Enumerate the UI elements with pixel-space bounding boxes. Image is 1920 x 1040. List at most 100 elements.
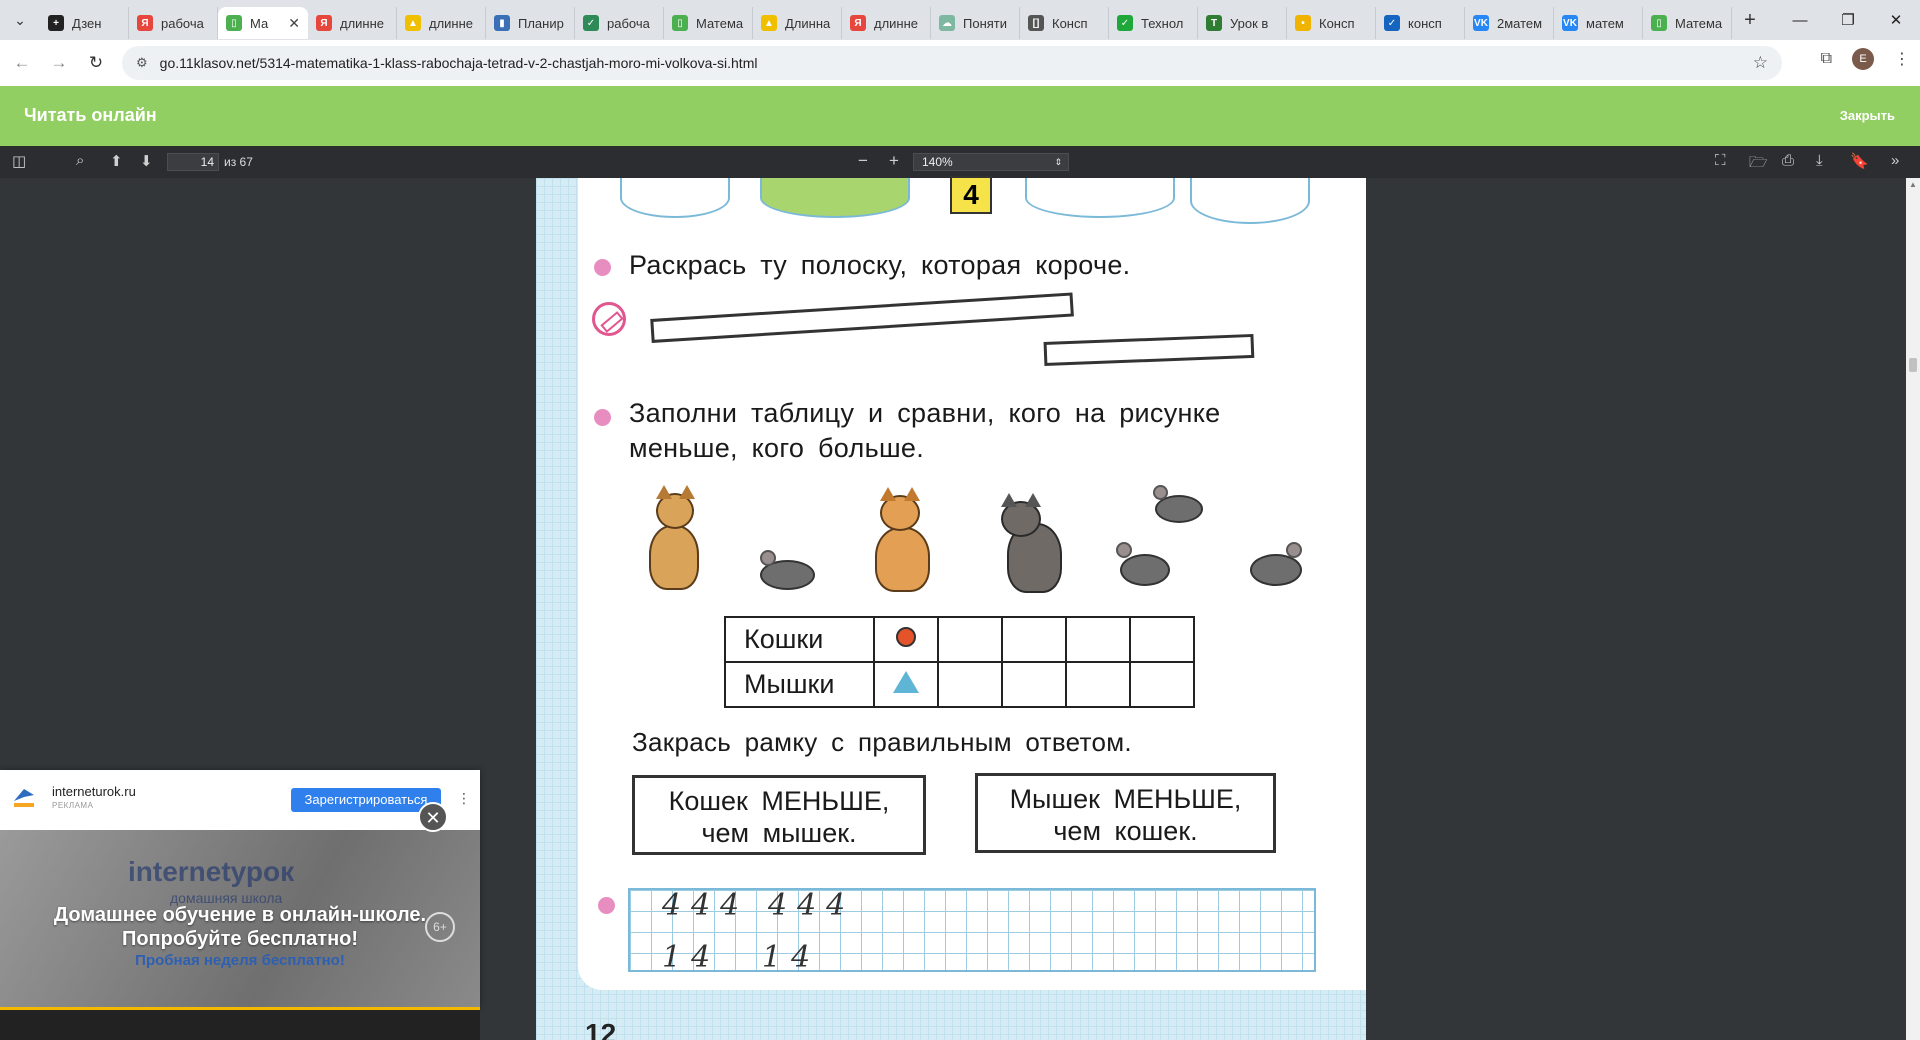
table-cell[interactable] — [937, 661, 1003, 708]
restore-icon[interactable]: ❐ — [1824, 0, 1872, 40]
close-reader-link[interactable]: Закрыть — [1840, 108, 1895, 123]
viewer-scrollbar[interactable]: ▲ — [1906, 178, 1920, 1040]
answer-box-mice-fewer[interactable]: Мышек МЕНЬШЕ, чем кошек. — [975, 773, 1276, 853]
bookmark-icon[interactable]: 🔖 — [1850, 152, 1869, 170]
tab-title: 2матем — [1497, 15, 1543, 31]
tab-favicon-icon: ▲ — [405, 15, 421, 31]
tab-favicon-icon: ✓ — [583, 15, 599, 31]
grass-illustration — [760, 178, 910, 218]
answer-box-cats-fewer[interactable]: Кошек МЕНЬШЕ, чем мышек. — [632, 775, 926, 855]
ad-domain[interactable]: interneturok.ru — [52, 784, 136, 799]
browser-tab[interactable]: ☁ Поняти — [931, 7, 1020, 39]
tab-bar: ⌄ + Дзен Ярабоча ▯ Ма ✕ Ядлинне ▲ длинне ▮ Планир ✓… — [0, 0, 1920, 40]
page-number-input[interactable]: 14 — [167, 153, 219, 171]
page-count: из 67 — [224, 155, 253, 169]
browser-tab[interactable]: + Дзен — [40, 7, 129, 39]
tab-title: длинне — [340, 15, 385, 31]
browser-tab[interactable]: Ядлинне — [308, 7, 397, 39]
animals-illustration — [630, 475, 1320, 605]
browser-tab[interactable]: ✓ консп — [1376, 7, 1465, 39]
browser-tab[interactable]: ✓ Технол — [1109, 7, 1198, 39]
zoom-select[interactable]: 140% ⇕ — [913, 153, 1069, 171]
tab-search-chevron-icon[interactable]: ⌄ — [0, 0, 40, 40]
mouse-illustration — [750, 550, 835, 595]
browser-tab[interactable]: • Консп — [1287, 7, 1376, 39]
handwriting-sample: 444 — [768, 888, 856, 923]
close-tab-icon[interactable]: ✕ — [288, 15, 300, 32]
prev-page-icon[interactable]: ⬆ — [110, 152, 123, 170]
task1-text: Раскрась ту полоску, которая короче. — [629, 250, 1131, 280]
table-cell[interactable] — [1129, 616, 1195, 663]
tab-favicon-icon: ▲ — [761, 15, 777, 31]
site-info-icon[interactable]: ⚙ — [136, 55, 148, 71]
tab-title: Дзен — [72, 15, 102, 31]
search-icon[interactable]: ⌕ — [76, 152, 84, 169]
browser-tab[interactable]: VK 2матем — [1465, 7, 1554, 39]
cat-illustration — [860, 485, 950, 600]
ad-subheadline: Пробная неделя бесплатно! — [135, 952, 345, 969]
extensions-icon[interactable]: ⧉ — [1821, 50, 1832, 68]
handwriting-sample: 14 — [662, 940, 721, 975]
more-tools-icon[interactable]: » — [1891, 152, 1899, 169]
tab-favicon-icon: VK — [1473, 15, 1489, 31]
tab-title: Консп — [1319, 15, 1355, 31]
task-bullet — [598, 897, 615, 914]
browser-tab[interactable]: ▯ Ма ✕ — [218, 7, 308, 39]
table-cell[interactable] — [1001, 661, 1067, 708]
browser-tab[interactable]: [] Консп — [1020, 7, 1109, 39]
gooseberry-illustration — [1190, 178, 1310, 224]
tab-title: Поняти — [963, 15, 1008, 31]
open-file-icon[interactable]: 🗁 — [1749, 152, 1768, 177]
zoom-in-icon[interactable]: + — [889, 151, 899, 171]
sidebar-toggle-icon[interactable]: ◫ — [12, 152, 26, 170]
tab-title: Урок в — [1230, 15, 1269, 31]
task-bullet — [594, 259, 611, 276]
ad-register-button[interactable]: Зарегистрироваться — [291, 788, 441, 812]
minimize-icon[interactable]: — — [1776, 0, 1824, 40]
tab-favicon-icon: ▯ — [1651, 15, 1667, 31]
next-page-icon[interactable]: ⬇ — [140, 152, 153, 170]
browser-tab[interactable]: Ярабоча — [129, 7, 218, 39]
comparison-table: Кошки Мышки — [724, 616, 1195, 708]
browser-tab[interactable]: T Урок в — [1198, 7, 1287, 39]
browser-tab[interactable]: Ядлинне — [842, 7, 931, 39]
browser-tab[interactable]: ▲ Длинна — [753, 7, 842, 39]
close-window-icon[interactable]: ✕ — [1872, 0, 1920, 40]
tab-title: длинне — [874, 15, 919, 31]
tab-title: Длинна — [785, 15, 831, 31]
table-cell[interactable] — [937, 616, 1003, 663]
table-cell[interactable] — [1129, 661, 1195, 708]
table-cell[interactable] — [1065, 616, 1131, 663]
table-cell[interactable] — [1001, 616, 1067, 663]
ad-menu-icon[interactable]: ⋮ — [457, 790, 471, 807]
browser-tab[interactable]: ▯ Матема — [1643, 7, 1732, 39]
fullscreen-icon[interactable]: ⛶ — [1715, 152, 1726, 169]
scroll-up-icon[interactable]: ▲ — [1909, 180, 1917, 189]
back-icon[interactable]: ← — [7, 48, 37, 78]
ad-brand: internetурок — [128, 856, 295, 887]
browser-tab[interactable]: ▯ Матема — [664, 7, 753, 39]
ad-label: РЕКЛАМА — [52, 801, 94, 810]
browser-menu-icon[interactable]: ⋮ — [1894, 49, 1910, 69]
print-icon[interactable]: ⎙ — [1782, 152, 1794, 169]
forward-icon[interactable]: → — [44, 48, 74, 78]
download-icon[interactable]: ⤓ — [1816, 152, 1823, 169]
cat-symbol-cell — [873, 616, 939, 663]
url-bar[interactable]: ⚙ go.11klasov.net/5314-matematika-1-klas… — [122, 46, 1782, 80]
browser-tab[interactable]: ▮ Планир — [486, 7, 575, 39]
browser-tab[interactable]: VK матем — [1554, 7, 1643, 39]
bookmark-star-icon[interactable]: ☆ — [1753, 53, 1768, 73]
table-cell[interactable] — [1065, 661, 1131, 708]
scrollbar-thumb[interactable] — [1909, 358, 1917, 372]
tab-favicon-icon: ▮ — [494, 15, 510, 31]
browser-tab[interactable]: ▲ длинне — [397, 7, 486, 39]
tab-title: матем — [1586, 15, 1624, 31]
ad-image[interactable]: internetурок домашняя школа Домашнее обу… — [0, 830, 480, 1008]
reload-icon[interactable]: ↻ — [81, 48, 111, 78]
browser-tab[interactable]: ✓ рабоча — [575, 7, 664, 39]
ad-close-icon[interactable]: ✕ — [418, 802, 448, 832]
new-tab-button[interactable]: + — [1732, 2, 1768, 38]
profile-avatar[interactable]: E — [1852, 48, 1874, 70]
zoom-out-icon[interactable]: − — [858, 151, 868, 171]
ad-banner[interactable]: interneturok.ru РЕКЛАМА Зарегистрировать… — [0, 770, 480, 1008]
